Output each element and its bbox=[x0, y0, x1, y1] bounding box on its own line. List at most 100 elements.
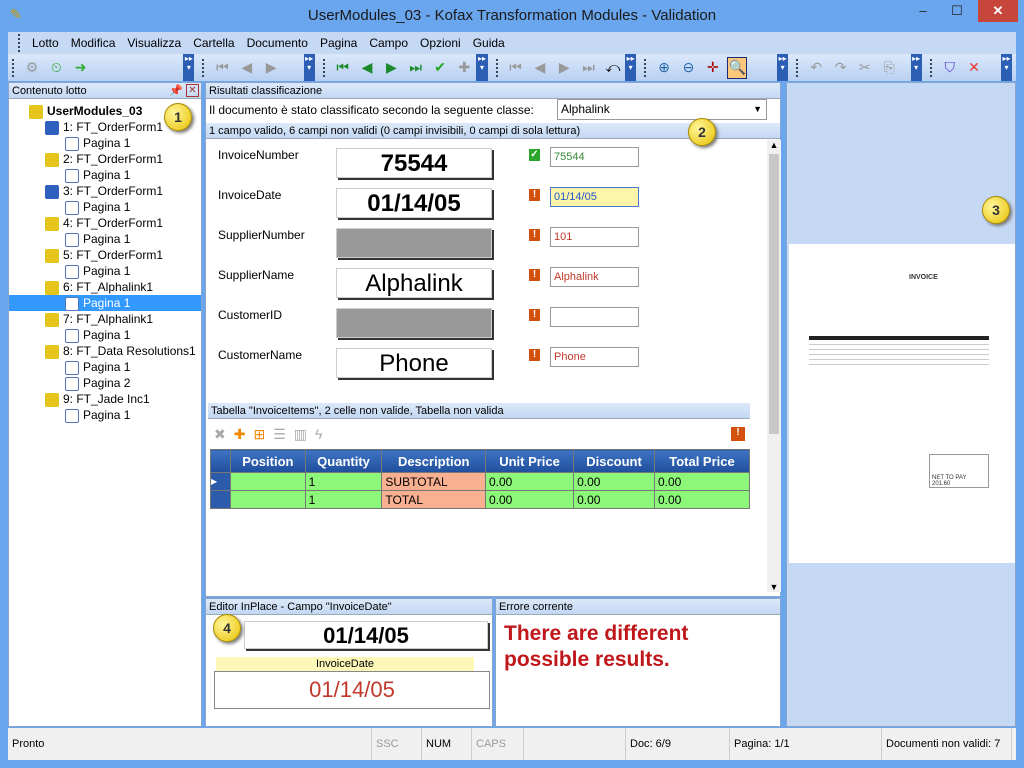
close-button[interactable]: ✕ bbox=[978, 0, 1018, 22]
grip-handle[interactable] bbox=[930, 59, 934, 77]
tree-document[interactable]: 7: FT_Alphalink1 bbox=[45, 311, 153, 327]
toolbar-overflow[interactable]: ▸▸▾ bbox=[911, 54, 922, 81]
table-cell[interactable]: 0.00 bbox=[574, 473, 655, 491]
copy-icon[interactable]: ⎘ bbox=[879, 57, 899, 79]
delete-row-icon[interactable]: ✖ bbox=[214, 426, 226, 443]
tree-page[interactable]: Pagina 1 bbox=[65, 167, 130, 183]
field-input[interactable]: Phone bbox=[550, 347, 639, 367]
page-first-icon[interactable]: ⏮ bbox=[505, 57, 525, 79]
menu-pagina[interactable]: Pagina bbox=[314, 36, 363, 50]
grip-handle[interactable] bbox=[202, 59, 206, 77]
tree-page[interactable]: Pagina 1 bbox=[65, 199, 130, 215]
maximize-button[interactable]: ☐ bbox=[942, 0, 972, 22]
zoom-in-icon[interactable]: ⊕ bbox=[654, 57, 674, 79]
tree-page[interactable]: Pagina 1 bbox=[65, 359, 130, 375]
vertical-scrollbar[interactable]: ▲ ▼ bbox=[767, 140, 781, 592]
table-cell[interactable] bbox=[231, 491, 306, 509]
append-row-icon[interactable]: ⊞ bbox=[253, 426, 265, 443]
close-panel-icon[interactable]: ✕ bbox=[186, 84, 199, 97]
menu-lotto[interactable]: Lotto bbox=[26, 36, 65, 50]
toolbar-overflow[interactable]: ▸▸▾ bbox=[625, 54, 636, 81]
folder-first-icon[interactable]: ⏮ bbox=[212, 57, 232, 79]
class-select[interactable]: Alphalink ▼ bbox=[557, 99, 767, 120]
batch-icon[interactable]: ⚙ bbox=[22, 57, 42, 79]
table-row[interactable]: ▶1SUBTOTAL0.000.000.00 bbox=[211, 473, 750, 491]
table-cell[interactable]: 1 bbox=[305, 491, 382, 509]
menu-opzioni[interactable]: Opzioni bbox=[414, 36, 467, 50]
add-page-icon[interactable]: ✚ bbox=[454, 57, 474, 79]
zoom-select-icon[interactable]: 🔍 bbox=[727, 57, 747, 79]
column-header[interactable]: Discount bbox=[574, 450, 655, 473]
menu-documento[interactable]: Documento bbox=[241, 36, 314, 50]
pin-icon[interactable]: 📌 bbox=[169, 83, 183, 99]
cut-icon[interactable]: ✂ bbox=[855, 57, 875, 79]
field-input[interactable]: 01/14/05 bbox=[550, 187, 639, 207]
table-cell[interactable]: TOTAL bbox=[382, 491, 486, 509]
insert-row-icon[interactable]: ✚ bbox=[234, 426, 246, 443]
table-cell[interactable]: 0.00 bbox=[654, 473, 749, 491]
tree-document[interactable]: 1: FT_OrderForm1 bbox=[45, 119, 163, 135]
table-row[interactable]: 1TOTAL0.000.000.00 bbox=[211, 491, 750, 509]
doc-first-icon[interactable]: ⏮ bbox=[333, 57, 353, 79]
grip-handle[interactable] bbox=[496, 59, 500, 77]
tree-document[interactable]: 3: FT_OrderForm1 bbox=[45, 183, 163, 199]
grip-handle[interactable] bbox=[323, 59, 327, 77]
tree-page[interactable]: Pagina 1 bbox=[65, 263, 130, 279]
tree-page[interactable]: Pagina 1 bbox=[65, 327, 130, 343]
field-input[interactable]: 101 bbox=[550, 227, 639, 247]
table-cell[interactable]: 0.00 bbox=[485, 473, 573, 491]
table-cell[interactable]: 0.00 bbox=[574, 491, 655, 509]
table-cell[interactable]: 0.00 bbox=[485, 491, 573, 509]
menu-modifica[interactable]: Modifica bbox=[65, 36, 122, 50]
row-header[interactable] bbox=[211, 491, 231, 509]
delete-icon[interactable]: ✕ bbox=[964, 57, 984, 79]
column-header[interactable]: Position bbox=[231, 450, 306, 473]
column-header[interactable]: Total Price bbox=[654, 450, 749, 473]
column-header[interactable]: Quantity bbox=[305, 450, 382, 473]
field-input[interactable]: Alphalink bbox=[550, 267, 639, 287]
tree-document[interactable]: 8: FT_Data Resolutions1 bbox=[45, 343, 196, 359]
fit-page-icon[interactable]: ✛ bbox=[703, 57, 723, 79]
tree-root[interactable]: UserModules_03 bbox=[29, 103, 142, 119]
page-last-icon[interactable]: ⏭ bbox=[578, 57, 598, 79]
grip-handle[interactable] bbox=[18, 34, 22, 52]
folder-next-icon[interactable]: ▶ bbox=[261, 57, 281, 79]
tree-page[interactable]: Pagina 2 bbox=[65, 375, 130, 391]
toolbar-overflow[interactable]: ▸▸▾ bbox=[476, 54, 487, 81]
table-cell[interactable] bbox=[231, 473, 306, 491]
tree-page[interactable]: Pagina 1 bbox=[65, 231, 130, 247]
table-cell[interactable]: SUBTOTAL bbox=[382, 473, 486, 491]
column-header[interactable]: Description bbox=[382, 450, 486, 473]
tree-document[interactable]: 5: FT_OrderForm1 bbox=[45, 247, 163, 263]
toolbar-overflow[interactable]: ▸▸▾ bbox=[304, 54, 315, 81]
minimize-button[interactable]: ‒ bbox=[908, 0, 938, 22]
doc-next-icon[interactable]: ▶ bbox=[381, 57, 401, 79]
column-header[interactable]: Unit Price bbox=[485, 450, 573, 473]
batch-timer-icon[interactable]: ⏲ bbox=[46, 57, 66, 79]
field-input[interactable] bbox=[550, 307, 639, 327]
toolbar-overflow[interactable]: ▸▸▾ bbox=[1001, 54, 1012, 81]
tree-document[interactable]: 9: FT_Jade Inc1 bbox=[45, 391, 150, 407]
grip-handle[interactable] bbox=[796, 59, 800, 77]
tree-page[interactable]: Pagina 1 bbox=[65, 407, 130, 423]
menu-cartella[interactable]: Cartella bbox=[187, 36, 240, 50]
toolbar-overflow[interactable]: ▸▸▾ bbox=[183, 54, 194, 81]
doc-prev-icon[interactable]: ◀ bbox=[357, 57, 377, 79]
tree-page[interactable]: Pagina 1 bbox=[65, 135, 130, 151]
zoom-out-icon[interactable]: ⊖ bbox=[678, 57, 698, 79]
tree-document[interactable]: 2: FT_OrderForm1 bbox=[45, 151, 163, 167]
editor-value-input[interactable]: 01/14/05 bbox=[214, 671, 490, 709]
page-next-icon[interactable]: ▶ bbox=[554, 57, 574, 79]
tree-page[interactable]: Pagina 1 bbox=[9, 295, 201, 311]
redo-icon[interactable]: ↷ bbox=[830, 57, 850, 79]
menu-visualizza[interactable]: Visualizza bbox=[121, 36, 187, 50]
grip-handle[interactable] bbox=[644, 59, 648, 77]
shield-icon[interactable]: ⛉ bbox=[940, 57, 960, 79]
table-cell[interactable]: 0.00 bbox=[654, 491, 749, 509]
rotate-page-icon[interactable]: ⤺ bbox=[603, 57, 623, 79]
table-cell[interactable]: 1 bbox=[305, 473, 382, 491]
undo-icon[interactable]: ↶ bbox=[806, 57, 826, 79]
row-header[interactable]: ▶ bbox=[211, 473, 231, 491]
menu-campo[interactable]: Campo bbox=[363, 36, 414, 50]
document-viewer[interactable]: INVOICE NET TO PAY201.60 bbox=[786, 82, 1016, 727]
